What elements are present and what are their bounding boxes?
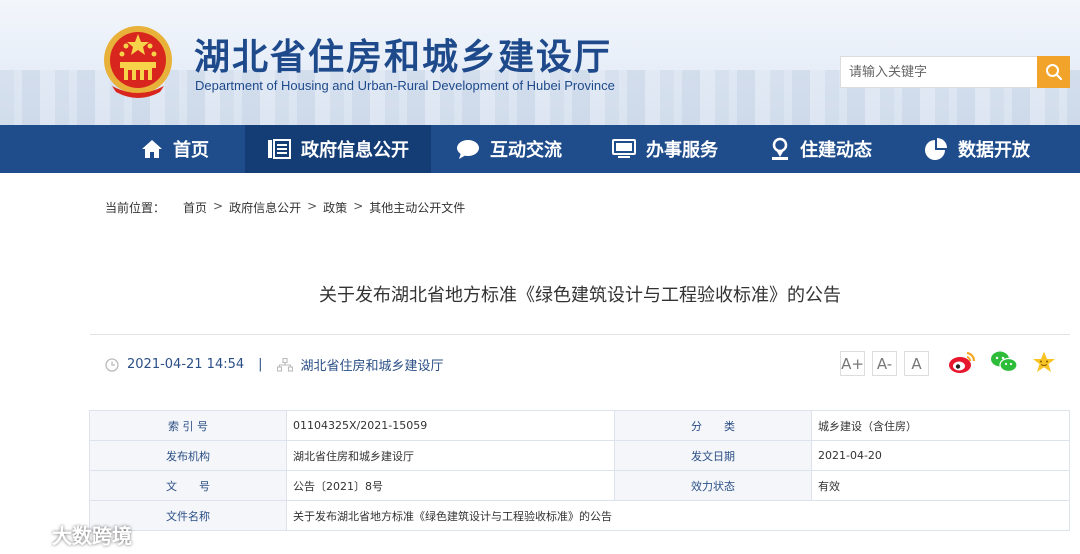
label-category: 分 类 (614, 410, 812, 441)
font-size-controls: A+ A- A (840, 351, 929, 376)
search-box (840, 56, 1070, 88)
label-index-number: 索 引 号 (89, 410, 287, 441)
table-row: 文件名称 关于发布湖北省地方标准《绿色建筑设计与工程验收标准》的公告 (89, 500, 1070, 531)
breadcrumb-item-policy[interactable]: 政策 (323, 199, 347, 216)
nav-item-open-data[interactable]: 数据开放 (899, 125, 1055, 173)
share-bar (948, 350, 1056, 374)
site-subtitle: Department of Housing and Urban-Rural De… (195, 78, 615, 93)
value-publisher: 湖北省住房和城乡建设厅 (286, 440, 615, 471)
value-index-number: 01104325X/2021-15059 (286, 410, 615, 441)
nav-label: 住建动态 (800, 140, 872, 161)
nav-item-home[interactable]: 首页 (105, 125, 245, 173)
value-validity: 有效 (811, 470, 1070, 501)
site-title: 湖北省住房和城乡建设厅 (194, 36, 613, 78)
table-row: 索 引 号 01104325X/2021-15059 分 类 城乡建设（含住房） (89, 410, 1070, 441)
chat-bubble-icon (457, 140, 479, 159)
monitor-icon (612, 139, 636, 158)
watermark: 大数跨境 (8, 520, 132, 549)
search-button[interactable] (1037, 56, 1070, 88)
publish-source: 湖北省住房和城乡建设厅 (300, 359, 444, 374)
breadcrumb-separator: > (353, 199, 364, 213)
document-info-table: 索 引 号 01104325X/2021-15059 分 类 城乡建设（含住房）… (89, 410, 1070, 531)
pie-chart-icon (925, 138, 947, 160)
breadcrumb-item-gov-info[interactable]: 政府信息公开 (229, 199, 301, 216)
article-meta: 2021-04-21 14:54 | 湖北省住房和城乡建设厅 (105, 355, 444, 374)
organization-icon (276, 357, 293, 372)
home-icon (142, 140, 162, 158)
nav-item-services[interactable]: 办事服务 (587, 125, 743, 173)
document-list-icon (268, 139, 291, 159)
nav-label: 数据开放 (958, 140, 1030, 161)
nav-label: 首页 (173, 140, 209, 161)
table-row: 发布机构 湖北省住房和城乡建设厅 发文日期 2021-04-20 (89, 440, 1070, 471)
value-issue-date: 2021-04-20 (811, 440, 1070, 471)
font-reset-button[interactable]: A (904, 351, 929, 376)
nav-item-gov-info[interactable]: 政府信息公开 (245, 125, 431, 173)
label-publisher: 发布机构 (89, 440, 287, 471)
publish-datetime: 2021-04-21 14:54 (127, 357, 245, 372)
watermark-logo-icon (9, 524, 47, 542)
title-divider (90, 334, 1070, 335)
font-decrease-button[interactable]: A- (872, 351, 897, 376)
national-emblem-icon (104, 26, 172, 98)
nav-label: 政府信息公开 (301, 140, 409, 161)
search-input[interactable] (840, 56, 1037, 88)
font-increase-button[interactable]: A+ (840, 351, 865, 376)
value-file-name: 关于发布湖北省地方标准《绿色建筑设计与工程验收标准》的公告 (286, 500, 1070, 531)
weibo-icon[interactable] (948, 350, 976, 374)
main-nav: 首页 政府信息公开 互动交流 办事服务 住建动态 数据开放 (0, 125, 1080, 173)
breadcrumb-separator: > (307, 199, 318, 213)
value-category: 城乡建设（含住房） (811, 410, 1070, 441)
wechat-icon[interactable] (990, 350, 1018, 374)
clock-icon (105, 357, 119, 372)
label-doc-number: 文 号 (89, 470, 287, 501)
favorite-star-icon[interactable] (1032, 350, 1056, 374)
breadcrumb-prefix: 当前位置： (105, 201, 166, 215)
nav-label: 互动交流 (490, 140, 562, 161)
meta-separator: | (258, 357, 263, 372)
value-doc-number: 公告〔2021〕8号 (286, 470, 615, 501)
nav-label: 办事服务 (646, 140, 718, 161)
breadcrumb: 当前位置： 首页 > 政府信息公开 > 政策 > 其他主动公开文件 (105, 199, 465, 216)
label-issue-date: 发文日期 (614, 440, 812, 471)
search-icon (1045, 64, 1062, 81)
nav-item-news[interactable]: 住建动态 (743, 125, 899, 173)
article-title: 关于发布湖北省地方标准《绿色建筑设计与工程验收标准》的公告 (319, 285, 841, 306)
breadcrumb-item-home[interactable]: 首页 (183, 199, 207, 216)
table-row: 文 号 公告〔2021〕8号 效力状态 有效 (89, 470, 1070, 501)
breadcrumb-separator: > (213, 199, 224, 213)
label-validity: 效力状态 (614, 470, 812, 501)
nav-item-interaction[interactable]: 互动交流 (431, 125, 587, 173)
breadcrumb-item-other-files[interactable]: 其他主动公开文件 (369, 199, 465, 216)
watermark-text: 大数跨境 (52, 524, 132, 548)
site-header: 湖北省住房和城乡建设厅 Department of Housing and Ur… (0, 0, 1080, 125)
location-pin-icon (772, 137, 788, 160)
